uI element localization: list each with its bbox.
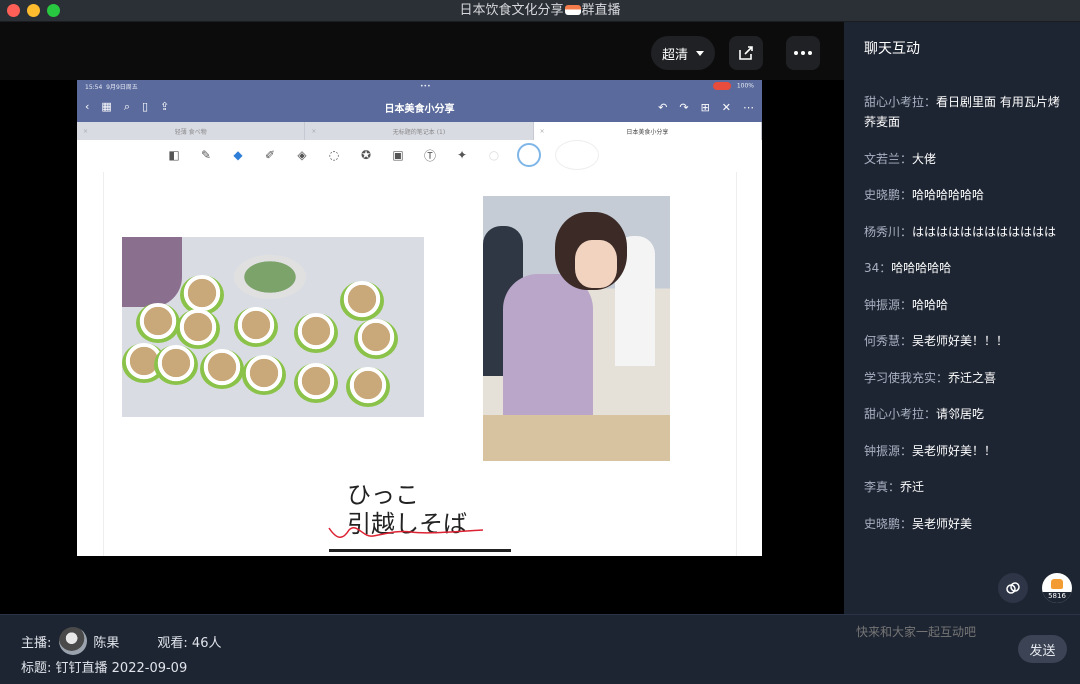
more-button[interactable] [786, 36, 820, 70]
back-icon: ‹ [85, 100, 90, 113]
window-title-text: 日本饮食文化分享 [459, 3, 564, 18]
chat-message: 甜心小考拉：请邻居吃 [864, 407, 985, 421]
more-dots-icon [794, 51, 812, 55]
close-doc-icon: ✕ [721, 100, 731, 114]
chat-input-area: 发送 [844, 614, 1080, 684]
photo-arm [122, 237, 182, 307]
window-titlebar: 日本饮食文化分享 群直播 [0, 0, 1080, 22]
color-ring-icon [517, 143, 541, 167]
note-app-nav: ‹ ▦ ⌕ ▯ ⇪ 日本美食小分享 ↶ ↷ ⊞ ✕ ⋯ [77, 92, 762, 122]
send-button[interactable]: 发送 [1018, 635, 1067, 663]
sticker-icon: ✪ [360, 148, 372, 162]
chat-message: 钟振源：哈哈哈 [864, 297, 949, 312]
add-page-icon: ⊞ [700, 100, 710, 114]
window-title: 日本饮食文化分享 群直播 [0, 0, 1080, 22]
black-underline-mark [329, 549, 511, 552]
window-title-suffix: 群直播 [581, 3, 621, 18]
live-info-bar: 主播: 陈果 观看: 46人 标题: 钉钉直播 2022-09-09 [0, 614, 844, 684]
more-icon: ⋯ [743, 100, 754, 114]
live-title: 钉钉直播 2022-09-09 [55, 661, 188, 676]
link-icon [1006, 582, 1020, 594]
teacher-photo [483, 196, 670, 461]
color-swatch-icon [555, 140, 599, 170]
chat-message: 文若兰：大佬 [864, 151, 937, 166]
host-name: 陈果 [93, 635, 120, 651]
battery-level: 100% [736, 82, 754, 90]
link-button[interactable] [998, 573, 1028, 603]
chat-message: 杨秀川：はははははははははははは [864, 224, 1057, 239]
note-tab-active: × 日本美食小分享 [533, 122, 762, 140]
photo-tray [234, 255, 306, 299]
soba-bowls-photo [122, 237, 424, 417]
like-count: 5816 [1042, 592, 1072, 603]
like-button[interactable]: 5816 [1042, 573, 1072, 603]
chat-message: 史晓鹏：哈哈哈哈哈哈 [864, 188, 985, 202]
caret-down-icon [696, 50, 704, 56]
player-toolbar: 超清 [0, 22, 844, 80]
status-date: 9月9日周五 [106, 83, 138, 91]
chat-message: 甜心小考拉：看日剧里面 有用瓦片烤荞麦面 [864, 95, 1060, 129]
title-label: 标题: [21, 661, 52, 676]
live-title-row: 标题: 钉钉直播 2022-09-09 [21, 657, 187, 676]
search-icon: ⌕ [123, 100, 130, 113]
redo-icon: ↷ [679, 100, 689, 114]
status-time: 15:54 [85, 83, 103, 91]
quality-label: 超清 [661, 47, 688, 63]
color-dot-icon: ○ [488, 148, 500, 162]
thumbs-up-icon [1051, 579, 1063, 589]
share-button[interactable] [729, 36, 763, 70]
chat-title: 聊天互动 [864, 41, 920, 57]
viewer-count: 观看: 46人 [157, 635, 222, 651]
laser-icon: ✦ [456, 148, 468, 162]
grid-icon: ▦ [101, 100, 112, 113]
undo-icon: ↶ [658, 100, 668, 114]
eraser-icon: ◆ [233, 148, 243, 162]
text-icon: Ⓣ [423, 148, 436, 163]
bookmark-icon: ▯ [141, 100, 149, 113]
host-label: 主播: [21, 635, 52, 651]
note-tab: × 无标题的笔记本 (1) [305, 122, 534, 140]
host-avatar[interactable] [59, 627, 88, 655]
drawing-toolbar: ◧ ✎ ◆ ✐ ◈ ◌ ✪ ▣ Ⓣ ✦ ○ [77, 140, 762, 170]
chat-input[interactable] [856, 625, 1016, 639]
recording-icon [712, 82, 731, 90]
share-icon [739, 46, 753, 60]
image-icon: ▣ [392, 148, 404, 162]
chat-message: 李真：乔迁 [864, 480, 925, 494]
chat-message: 34：哈哈哈哈哈 [864, 261, 952, 275]
chat-panel: 聊天互动 甜心小考拉：看日剧里面 有用瓦片烤荞麦面 文若兰：大佬 史晓鹏：哈哈哈… [844, 22, 1080, 614]
sushi-icon [564, 5, 581, 15]
video-stage: 超清 15:54 9月9日周五 ••• 100% ‹ ▦ ⌕ ▯ ⇪ 日本美食小… [0, 22, 844, 614]
doc-title: 日本美食小分享 [384, 103, 455, 115]
export-icon: ⇪ [160, 100, 170, 113]
note-tab: × 轻薄 食べ物 [77, 122, 306, 140]
chat-message: 史晓鹏：吴老师好美 [864, 516, 973, 531]
sidebar-toggle-icon: ◧ [168, 148, 180, 162]
ipad-status-bar: 15:54 9月9日周五 ••• 100% [77, 80, 762, 92]
pen-icon: ✎ [200, 148, 212, 162]
note-tabs: × 轻薄 食べ物 × 无标题的笔记本 (1) × 日本美食小分享 [77, 122, 762, 140]
chat-message-list[interactable]: 甜心小考拉：看日剧里面 有用瓦片烤荞麦面 文若兰：大佬 史晓鹏：哈哈哈哈哈哈 杨… [864, 92, 1064, 550]
shared-screen: 15:54 9月9日周五 ••• 100% ‹ ▦ ⌕ ▯ ⇪ 日本美食小分享 … [77, 80, 762, 556]
chat-message: 钟振源：吴老师好美！！ [864, 443, 997, 458]
host-row: 主播: 陈果 观看: 46人 [21, 627, 221, 655]
shapes-icon: ◈ [297, 148, 307, 162]
red-squiggle-mark [328, 527, 484, 538]
chat-message: 何秀慧：吴老师好美！！！ [864, 334, 1009, 348]
lasso-icon: ◌ [328, 148, 340, 162]
quality-selector[interactable]: 超清 [651, 36, 715, 70]
chat-message: 学习使我充实：乔迁之喜 [864, 370, 997, 385]
highlighter-icon: ✐ [264, 148, 276, 162]
